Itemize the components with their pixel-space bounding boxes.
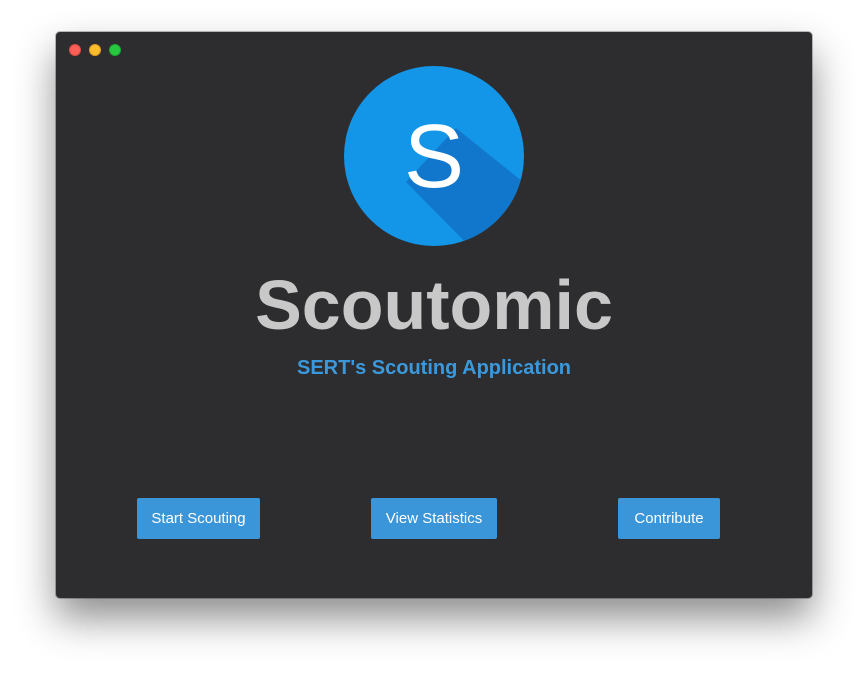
app-window: S Scoutomic SERT's Scouting Application …	[56, 32, 812, 598]
window-controls	[69, 44, 121, 56]
close-icon[interactable]	[69, 44, 81, 56]
logo-letter: S	[404, 107, 464, 207]
maximize-icon[interactable]	[109, 44, 121, 56]
view-statistics-button[interactable]: View Statistics	[371, 498, 497, 539]
minimize-icon[interactable]	[89, 44, 101, 56]
start-scouting-button[interactable]: Start Scouting	[137, 498, 260, 539]
app-title: Scoutomic	[255, 266, 613, 344]
app-subtitle: SERT's Scouting Application	[296, 357, 572, 379]
app-logo-icon: S	[344, 66, 524, 246]
contribute-button[interactable]: Contribute	[618, 498, 720, 539]
